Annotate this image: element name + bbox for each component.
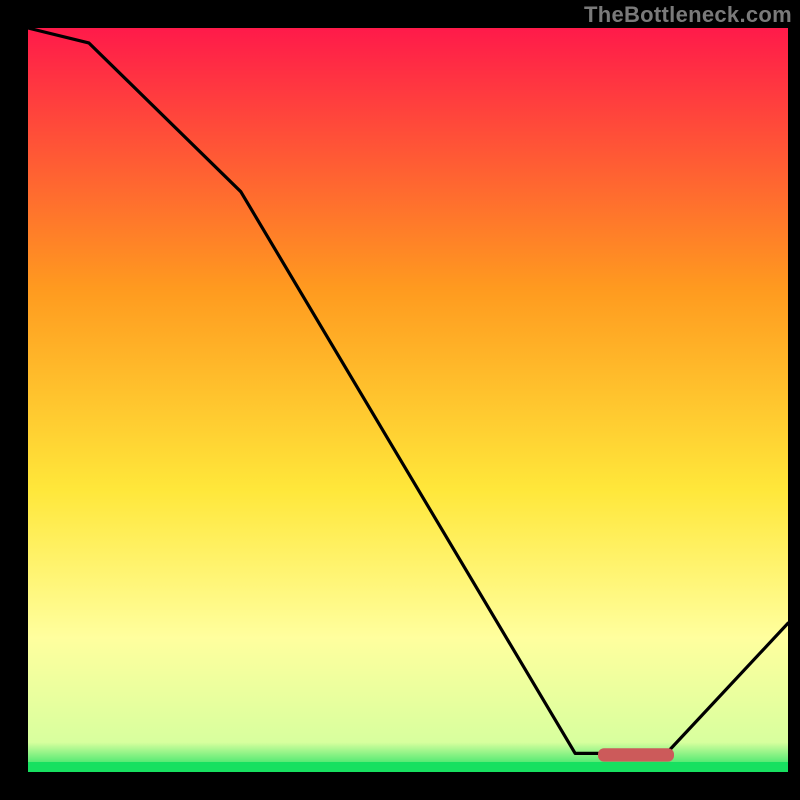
minimum-marker [598, 748, 674, 761]
green-baseline [28, 762, 788, 772]
chart-svg [0, 0, 800, 800]
plot-area [28, 28, 788, 772]
chart-canvas: TheBottleneck.com [0, 0, 800, 800]
